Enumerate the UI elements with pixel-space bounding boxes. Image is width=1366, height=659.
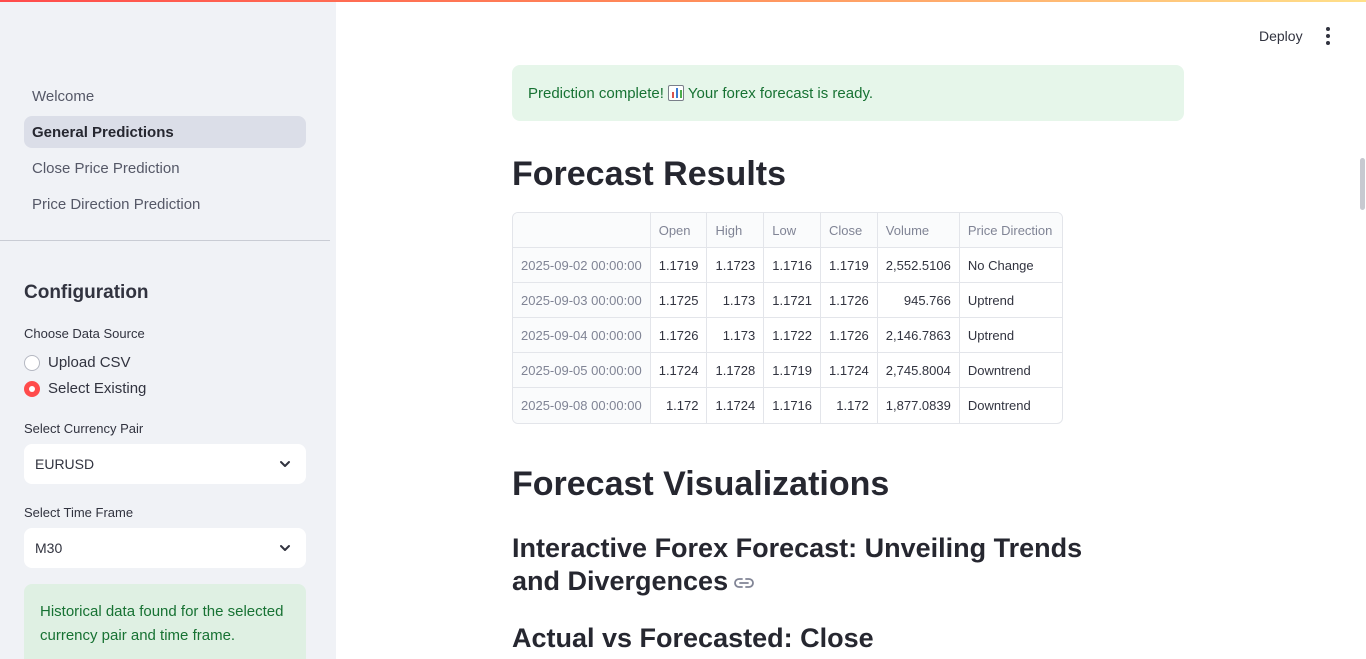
sidebar: Welcome General Predictions Close Price …	[0, 2, 336, 659]
radio-label: Select Existing	[48, 380, 147, 397]
table-cell[interactable]: 1.173	[707, 318, 765, 353]
currency-pair-select[interactable]: EURUSD	[24, 444, 306, 484]
forecast-results-heading: Forecast Results	[512, 155, 786, 193]
actual-vs-forecasted-heading: Actual vs Forecasted: Close	[512, 623, 874, 653]
table-cell[interactable]: 2,146.7863	[877, 318, 960, 353]
table-cell[interactable]: 1.1716	[764, 248, 822, 283]
sidebar-nav: Welcome General Predictions Close Price …	[24, 80, 306, 224]
radio-button-unchecked[interactable]	[24, 354, 40, 371]
table-cell[interactable]: 1.1719	[650, 248, 708, 283]
interactive-forecast-title: Interactive Forex Forecast: Unveiling Tr…	[512, 533, 1083, 596]
more-vertical-icon[interactable]	[1318, 26, 1338, 46]
table-cell[interactable]: Downtrend	[960, 388, 1062, 423]
sidebar-item-general-predictions[interactable]: General Predictions	[24, 116, 306, 148]
table-cell[interactable]: 1.173	[707, 283, 765, 318]
radio-upload-csv[interactable]: Upload CSV	[24, 354, 131, 371]
column-header[interactable]	[513, 213, 651, 248]
table-cell[interactable]: 2,552.5106	[877, 248, 960, 283]
table-cell[interactable]: Downtrend	[959, 353, 1062, 388]
table-cell[interactable]: 1.1722	[764, 318, 822, 353]
deploy-button[interactable]: Deploy	[1259, 28, 1303, 44]
link-icon[interactable]	[734, 576, 754, 590]
table-cell-index[interactable]: 2025-09-05 00:00:00	[513, 353, 651, 388]
success-text-start: Prediction complete!	[528, 84, 664, 102]
column-header[interactable]: Volume	[877, 213, 960, 248]
forecast-table[interactable]: Open High Low Close Volume Price Directi…	[512, 212, 1063, 424]
interactive-forecast-heading: Interactive Forex Forecast: Unveiling Tr…	[512, 532, 1132, 598]
table-cell[interactable]: 1.172	[651, 388, 708, 423]
table-row: 2025-09-04 00:00:00 1.1726 1.173 1.1722 …	[513, 318, 1062, 353]
success-text-end: Your forex forecast is ready.	[687, 84, 873, 102]
table-cell-index[interactable]: 2025-09-02 00:00:00	[513, 248, 651, 283]
forecast-visualizations-heading: Forecast Visualizations	[512, 465, 890, 503]
chevron-down-icon	[280, 545, 290, 551]
top-gradient-bar	[0, 0, 1366, 2]
table-cell[interactable]: 1.1723	[707, 248, 765, 283]
radio-select-existing[interactable]: Select Existing	[24, 380, 146, 397]
column-header[interactable]: Price Direction	[959, 213, 1062, 248]
table-cell[interactable]: 1.1719	[821, 248, 878, 283]
bar-chart-icon	[667, 85, 684, 101]
table-cell[interactable]: 1.1724	[707, 388, 765, 423]
radio-button-checked[interactable]	[24, 380, 40, 397]
column-header[interactable]: Low	[764, 213, 822, 248]
sidebar-item-welcome[interactable]: Welcome	[24, 80, 306, 112]
table-cell[interactable]: 1.1728	[707, 353, 765, 388]
scrollbar-thumb[interactable]	[1360, 158, 1365, 210]
table-cell-index[interactable]: 2025-09-03 00:00:00	[513, 283, 651, 318]
table-cell-index[interactable]: 2025-09-04 00:00:00	[513, 318, 651, 353]
table-cell[interactable]: 1,877.0839	[878, 388, 960, 423]
configuration-heading: Configuration	[24, 282, 149, 303]
table-cell[interactable]: 1.1726	[821, 283, 878, 318]
table-cell[interactable]: 1.1719	[764, 353, 822, 388]
time-frame-value: M30	[35, 540, 63, 556]
table-cell[interactable]: 1.1726	[821, 318, 878, 353]
table-cell[interactable]: 1.1725	[650, 283, 708, 318]
table-cell[interactable]: 1.1724	[650, 353, 708, 388]
table-row: 2025-09-02 00:00:00 1.1719 1.1723 1.1716…	[513, 248, 1062, 283]
table-cell[interactable]: 1.172	[821, 388, 878, 423]
table-cell[interactable]: Uptrend	[959, 318, 1062, 353]
time-frame-label: Select Time Frame	[24, 505, 134, 520]
success-alert: Prediction complete! Your forex forecast…	[512, 65, 1184, 121]
currency-pair-value: EURUSD	[35, 456, 95, 472]
table-row: 2025-09-03 00:00:00 1.1725 1.173 1.1721 …	[513, 283, 1062, 318]
table-row: 2025-09-05 00:00:00 1.1724 1.1728 1.1719…	[513, 353, 1062, 388]
historical-data-info: Historical data found for the selected c…	[24, 584, 306, 659]
table-cell[interactable]: 945.766	[877, 283, 960, 318]
sidebar-item-close-price-prediction[interactable]: Close Price Prediction	[24, 152, 306, 184]
radio-label: Upload CSV	[48, 354, 131, 371]
table-cell[interactable]: 1.1716	[764, 388, 822, 423]
table-cell[interactable]: No Change	[959, 248, 1062, 283]
table-cell[interactable]: 1.1721	[764, 283, 822, 318]
column-header[interactable]: Close	[821, 213, 878, 248]
table-cell-index[interactable]: 2025-09-08 00:00:00	[513, 388, 651, 423]
table-cell[interactable]: Uptrend	[959, 283, 1062, 318]
time-frame-select[interactable]: M30	[24, 528, 306, 568]
table-header-row: Open High Low Close Volume Price Directi…	[513, 213, 1062, 248]
column-header[interactable]: High	[707, 213, 765, 248]
column-header[interactable]: Open	[650, 213, 708, 248]
table-cell[interactable]: 1.1726	[650, 318, 708, 353]
sidebar-divider	[0, 240, 330, 241]
data-source-label: Choose Data Source	[24, 326, 145, 341]
sidebar-item-price-direction-prediction[interactable]: Price Direction Prediction	[24, 188, 306, 220]
table-row: 2025-09-08 00:00:00 1.172 1.1724 1.1716 …	[513, 388, 1062, 423]
table-cell[interactable]: 2,745.8004	[877, 353, 960, 388]
currency-pair-label: Select Currency Pair	[24, 421, 144, 436]
table-cell[interactable]: 1.1724	[821, 353, 878, 388]
chevron-down-icon	[280, 461, 290, 467]
